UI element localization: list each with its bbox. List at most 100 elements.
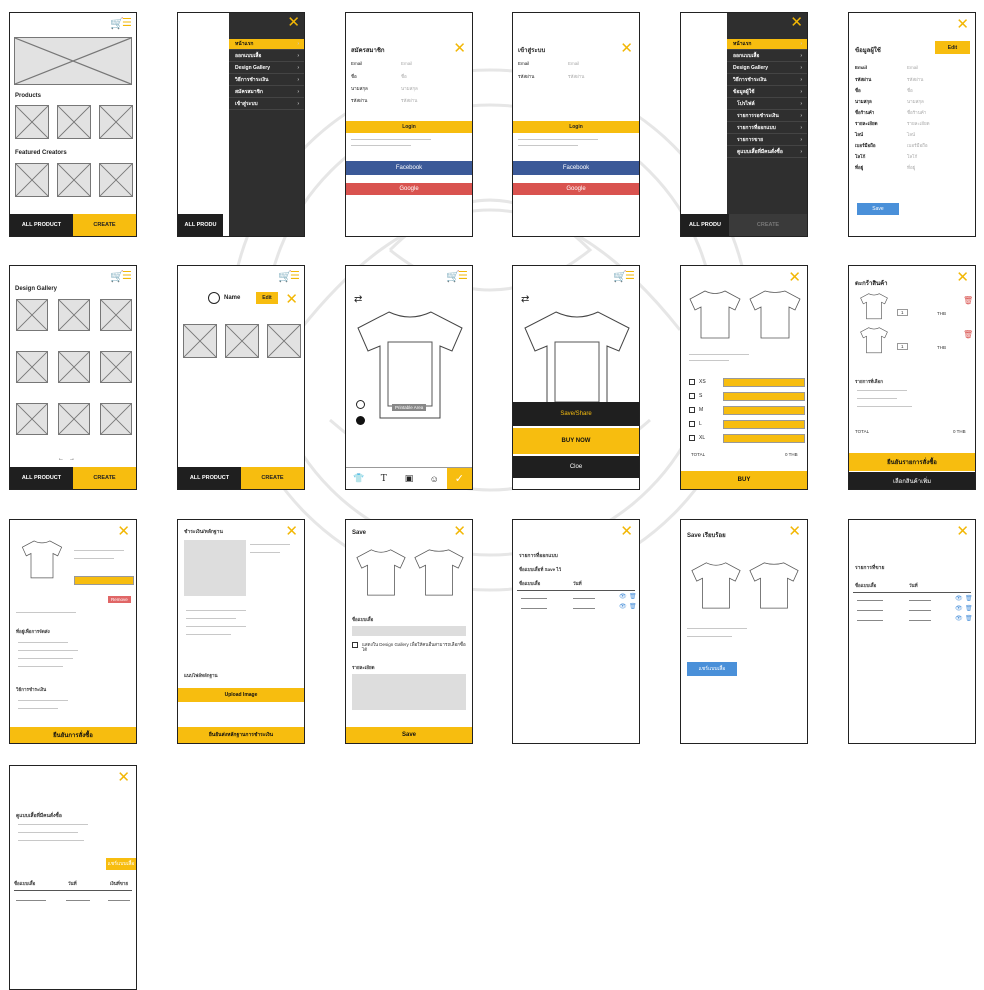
upload-button[interactable]: Upload Image xyxy=(178,688,304,702)
hamburger-icon[interactable]: ☰ xyxy=(290,270,300,281)
menu-item-designs[interactable]: รายการที่ออกแบบ › xyxy=(727,123,807,134)
gallery-item[interactable] xyxy=(16,299,48,331)
close-icon[interactable]: ✕ xyxy=(788,270,801,285)
close-icon[interactable]: ✕ xyxy=(790,15,803,30)
design-name-input[interactable] xyxy=(352,626,466,636)
qty-select[interactable] xyxy=(723,406,805,415)
all-product-tab[interactable]: ALL PRODUCT xyxy=(10,214,73,236)
field-input[interactable]: โลโก้ xyxy=(907,153,917,160)
menu-item-login[interactable]: เข้าสู่ระบบ › xyxy=(229,99,304,110)
field-input[interactable]: ที่อยู่ xyxy=(907,164,915,171)
close-icon[interactable]: ✕ xyxy=(788,524,801,539)
eye-icon[interactable]: 👁 xyxy=(619,603,627,610)
hamburger-icon[interactable]: ☰ xyxy=(458,270,468,281)
close-icon[interactable]: ✕ xyxy=(117,770,130,785)
trash-icon[interactable]: 🗑 xyxy=(629,603,637,610)
eye-icon[interactable]: 👁 xyxy=(619,593,627,600)
color-white-option[interactable] xyxy=(356,400,365,409)
field-input[interactable]: ชื่อ xyxy=(907,87,913,94)
gallery-item[interactable] xyxy=(58,351,90,383)
gallery-item[interactable] xyxy=(58,403,90,435)
facebook-button[interactable]: Facebook xyxy=(513,161,639,175)
trash-icon[interactable]: 🗑 xyxy=(963,330,973,339)
qty-select[interactable] xyxy=(723,434,805,443)
edit-button[interactable]: Edit xyxy=(935,41,970,54)
menu-item-home[interactable]: หน้าแรก › xyxy=(229,39,304,50)
size-row[interactable]: XS xyxy=(689,379,706,385)
menu-item-payment[interactable]: วิธีการชำระเงิน › xyxy=(727,75,807,86)
create-tab[interactable]: CREATE xyxy=(241,467,304,489)
menu-item-payment[interactable]: วิธีการชำระเงิน › xyxy=(229,75,304,86)
share-design-button[interactable]: แชร์แบบเสื้อ xyxy=(106,858,136,870)
close-icon[interactable]: ✕ xyxy=(285,524,298,539)
close-icon[interactable]: ✕ xyxy=(453,41,466,56)
password-field[interactable]: รหัสผ่าน xyxy=(401,97,417,104)
close-icon[interactable]: ✕ xyxy=(620,524,633,539)
field-input[interactable]: รายละเอียด xyxy=(907,120,930,127)
trash-icon[interactable]: 🗑 xyxy=(965,615,973,622)
create-tab[interactable]: CREATE xyxy=(729,214,807,236)
design-item[interactable] xyxy=(225,324,259,358)
remove-button[interactable]: Remove xyxy=(108,596,131,603)
qty-input[interactable]: 1 xyxy=(897,343,908,350)
menu-item-user[interactable]: ข้อมูลผู้ใช้ › xyxy=(727,87,807,98)
creator-thumb[interactable] xyxy=(15,163,49,197)
close-icon[interactable]: ✕ xyxy=(956,524,969,539)
color-black-option[interactable] xyxy=(356,416,365,425)
menu-item-gallery[interactable]: Design Gallery › xyxy=(229,63,304,74)
size-row[interactable]: M xyxy=(689,407,703,413)
save-share-button[interactable]: Save/Share xyxy=(513,402,639,426)
size-row[interactable]: XL xyxy=(689,435,705,441)
qty-select[interactable] xyxy=(723,378,805,387)
swap-icon[interactable]: ⇄ xyxy=(521,294,529,305)
close-icon[interactable]: ✕ xyxy=(620,41,633,56)
eye-icon[interactable]: 👁 xyxy=(955,615,963,622)
qty-select[interactable] xyxy=(74,576,134,585)
surname-field[interactable]: นามสกุล xyxy=(401,85,418,92)
check-icon[interactable]: ✓ xyxy=(446,468,472,489)
field-input[interactable]: นามสกุล xyxy=(907,98,924,105)
close-icon[interactable]: ✕ xyxy=(956,270,969,285)
menu-item-pending[interactable]: รายการรอชำระเงิน › xyxy=(727,111,807,122)
close-icon[interactable]: ✕ xyxy=(956,17,969,32)
trash-icon[interactable]: 🗑 xyxy=(963,296,973,305)
qty-select[interactable] xyxy=(723,392,805,401)
hamburger-icon[interactable]: ☰ xyxy=(625,270,635,281)
buy-button[interactable]: BUY xyxy=(681,471,807,489)
close-button[interactable]: Cloe xyxy=(513,456,639,478)
eye-icon[interactable]: 👁 xyxy=(955,595,963,602)
save-button[interactable]: Save xyxy=(346,727,472,743)
menu-item-design[interactable]: ออกแบบเสื้อ › xyxy=(727,51,807,62)
password-field[interactable]: รหัสผ่าน xyxy=(568,73,584,80)
gallery-item[interactable] xyxy=(16,351,48,383)
qty-input[interactable]: 1 xyxy=(897,309,908,316)
trash-icon[interactable]: 🗑 xyxy=(629,593,637,600)
google-button[interactable]: Google xyxy=(513,183,639,195)
all-product-tab[interactable]: ALL PRODUCT xyxy=(10,467,73,489)
close-icon[interactable]: ✕ xyxy=(453,524,466,539)
size-row[interactable]: S xyxy=(689,393,702,399)
all-product-tab[interactable]: ALL PRODU xyxy=(178,214,223,236)
login-button[interactable]: Login xyxy=(346,121,472,133)
email-field[interactable]: Email xyxy=(401,61,412,66)
text-icon[interactable]: T xyxy=(371,468,396,489)
google-button[interactable]: Google xyxy=(346,183,472,195)
image-icon[interactable]: ▣ xyxy=(396,468,421,489)
eye-icon[interactable]: 👁 xyxy=(955,605,963,612)
login-button[interactable]: Login xyxy=(513,121,639,133)
confirm-payment-button[interactable]: ยืนยันส่งหลักฐานการชำระเงิน xyxy=(178,727,304,743)
edit-button[interactable]: Edit xyxy=(256,292,278,304)
swap-icon[interactable]: ⇄ xyxy=(354,294,362,305)
tshirt-canvas[interactable] xyxy=(521,306,633,406)
trash-icon[interactable]: 🗑 xyxy=(965,595,973,602)
product-thumb[interactable] xyxy=(15,105,49,139)
gallery-item[interactable] xyxy=(16,403,48,435)
more-products-button[interactable]: เลือกสินค้าเพิ่ม xyxy=(849,472,975,489)
creator-thumb[interactable] xyxy=(57,163,91,197)
email-field[interactable]: Email xyxy=(568,61,579,66)
gallery-checkbox[interactable] xyxy=(352,642,358,648)
gallery-item[interactable] xyxy=(100,351,132,383)
gallery-item[interactable] xyxy=(100,403,132,435)
create-tab[interactable]: CREATE xyxy=(73,214,136,236)
hamburger-icon[interactable]: ☰ xyxy=(122,17,132,28)
